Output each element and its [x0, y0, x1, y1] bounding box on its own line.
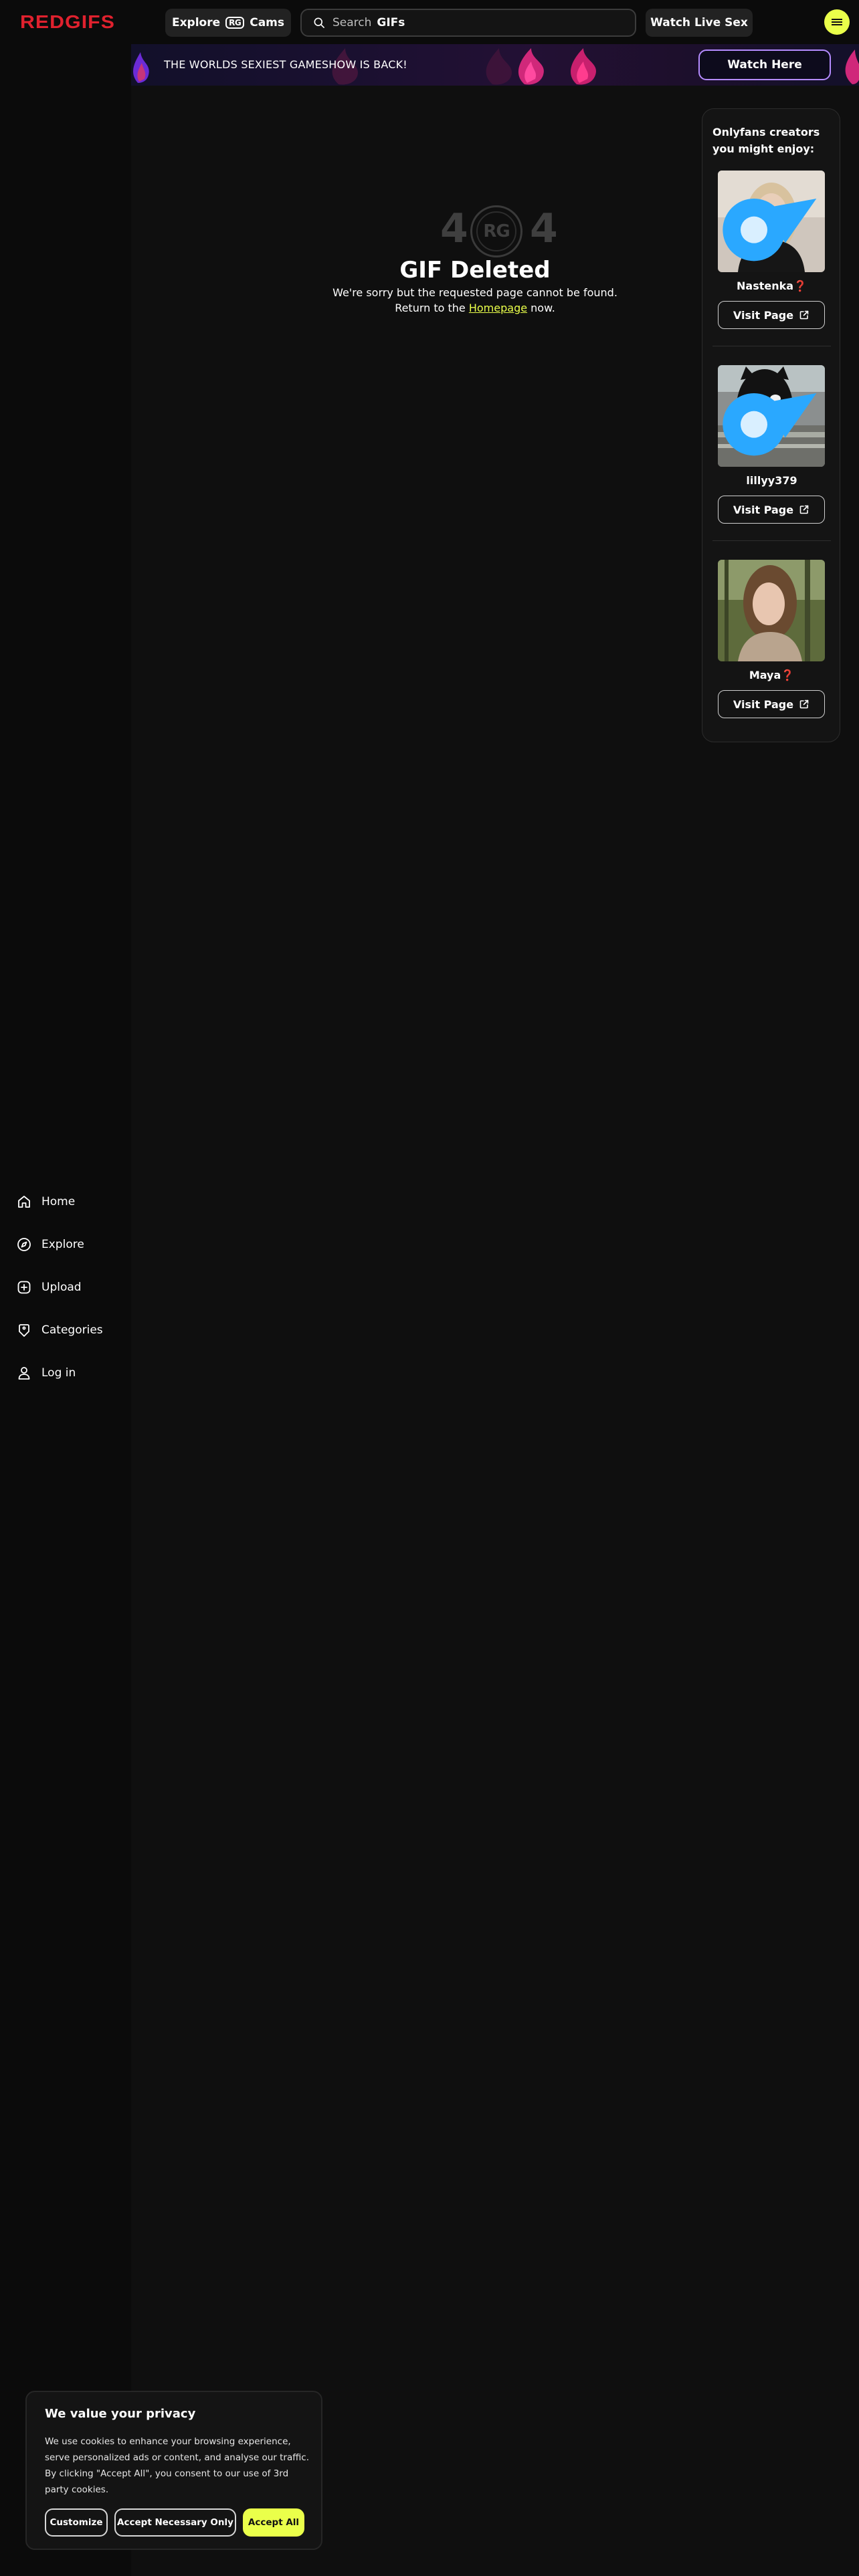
error-message-suffix: now.	[527, 302, 555, 314]
sidebar-item-categories[interactable]: Categories	[16, 1320, 103, 1340]
search-placeholder: Search	[332, 16, 372, 29]
sidebar-item-upload[interactable]: Upload	[16, 1277, 82, 1297]
rg-logo-icon: RG	[225, 17, 245, 29]
sidebar-item-explore[interactable]: Explore	[16, 1235, 84, 1255]
sidebar-item-label: Upload	[41, 1281, 82, 1294]
flame-icon	[571, 48, 596, 85]
cookie-consent-dialog: We value your privacy We use cookies to …	[25, 2391, 322, 2550]
flame-icon	[132, 52, 149, 83]
homepage-link[interactable]: Homepage	[469, 302, 527, 314]
hamburger-menu-button[interactable]	[824, 9, 850, 35]
top-header: REDGIFS Explore RG Cams Search GIFs Watc…	[0, 0, 859, 44]
creator-name: Nastenka❓	[737, 280, 807, 292]
user-icon	[18, 1367, 30, 1380]
error-digit-right: 4	[530, 205, 558, 252]
creator-name: Maya❓	[749, 669, 795, 681]
creator-photo[interactable]	[718, 560, 825, 661]
tag-icon	[19, 1324, 29, 1337]
search-icon	[314, 17, 324, 28]
external-link-icon	[799, 700, 809, 709]
error-title: GIF Deleted	[399, 257, 551, 284]
creator-photo[interactable]	[718, 365, 825, 467]
accept-all-button[interactable]: Accept All	[243, 2508, 304, 2537]
sidebar-item-login[interactable]: Log in	[16, 1363, 76, 1383]
banner-text: THE WORLDS SEXIEST GAMESHOW IS BACK!	[164, 58, 407, 71]
watch-here-button[interactable]: Watch Here	[698, 49, 831, 80]
creator-photo-image	[718, 560, 825, 661]
external-link-icon	[799, 310, 809, 320]
explore-cams-button[interactable]: Explore RG Cams	[165, 9, 291, 37]
sidebar-item-label: Home	[41, 1195, 76, 1208]
upload-plus-icon	[17, 1281, 31, 1294]
promo-banner[interactable]: THE WORLDS SEXIEST GAMESHOW IS BACK! Wat…	[131, 44, 859, 86]
onlyfans-badge-icon	[723, 393, 817, 456]
flame-icon	[518, 48, 544, 85]
cookie-description: We use cookies to enhance your browsing …	[45, 2436, 310, 2495]
creator-suggestions-panel: Onlyfans creators you might enjoy: Naste…	[702, 108, 840, 742]
home-icon	[18, 1196, 30, 1208]
sidebar-item-label: Log in	[41, 1366, 76, 1380]
visit-page-button[interactable]: Visit Page	[718, 496, 825, 524]
rg-circle-logo-text: RG	[476, 211, 516, 251]
divider	[712, 540, 831, 541]
page: REDGIFS Explore RG Cams Search GIFs Watc…	[0, 0, 859, 2576]
flame-icon	[845, 49, 859, 84]
creator-photo[interactable]	[718, 171, 825, 272]
logo-text: REDGIFS	[20, 11, 115, 32]
creator-name: lillyy379	[746, 474, 797, 487]
explore-cams-prefix: Explore	[171, 16, 221, 29]
compass-icon	[17, 1238, 31, 1251]
cookie-title: We value your privacy	[45, 2407, 196, 2421]
redgifs-logo[interactable]: REDGIFS	[20, 11, 114, 32]
watch-live-sex-button[interactable]: Watch Live Sex	[646, 9, 753, 37]
hamburger-icon	[832, 17, 842, 27]
visit-page-label: Visit Page	[733, 308, 794, 322]
sidebar-item-home[interactable]: Home	[16, 1192, 75, 1212]
visit-page-button[interactable]: Visit Page	[718, 690, 825, 718]
external-link-icon	[799, 505, 809, 514]
rg-circle-logo-icon: RG	[470, 205, 522, 257]
error-message: We're sorry but the requested page canno…	[328, 285, 622, 316]
search-input[interactable]: Search GIFs	[300, 9, 636, 37]
panel-title: Onlyfans creators you might enjoy:	[712, 126, 820, 155]
visit-page-button[interactable]: Visit Page	[718, 301, 825, 329]
error-digit-left: 4	[440, 205, 468, 252]
onlyfans-badge-icon	[723, 199, 817, 261]
sidebar-item-label: Explore	[41, 1238, 84, 1251]
accept-necessary-button[interactable]: Accept Necessary Only	[114, 2508, 236, 2537]
sidebar-item-label: Categories	[41, 1323, 103, 1337]
visit-page-label: Visit Page	[733, 503, 794, 516]
visit-page-label: Visit Page	[733, 697, 794, 711]
search-scope: GIFs	[377, 16, 405, 29]
error-404-graphic: 4 RG 4	[428, 204, 558, 259]
explore-cams-suffix: Cams	[250, 16, 285, 29]
left-sidebar: Home Explore Upload Categories Log in	[0, 44, 131, 2576]
customize-button[interactable]: Customize	[45, 2508, 108, 2537]
